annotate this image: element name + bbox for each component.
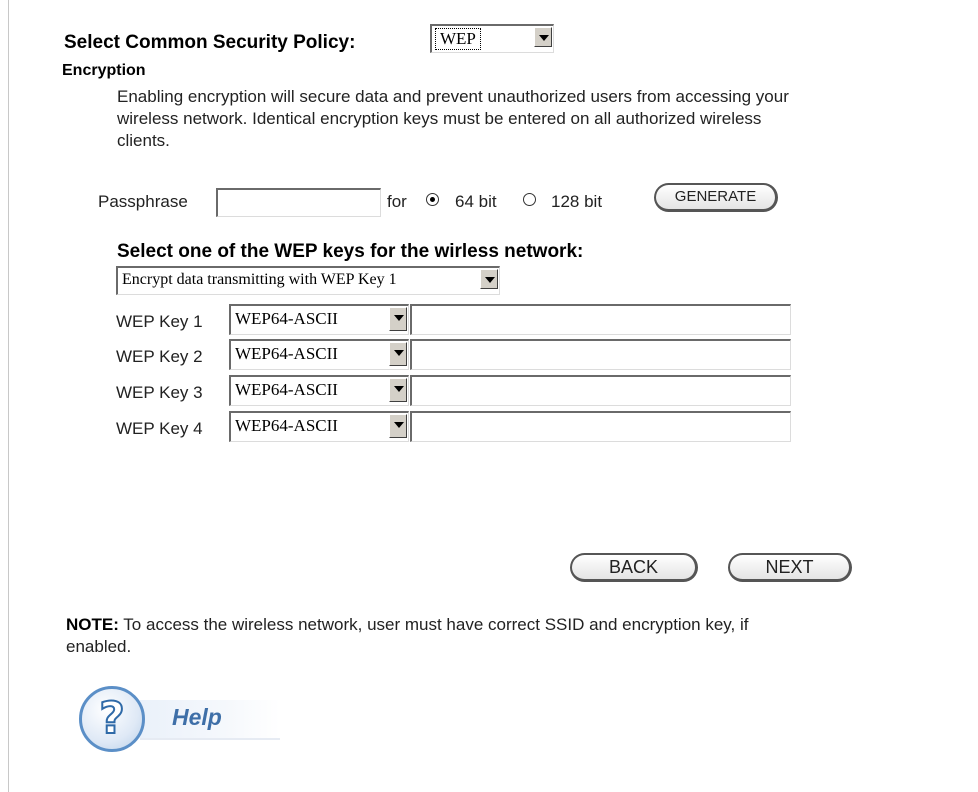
passphrase-input[interactable] (216, 188, 381, 217)
encryption-description: Enabling encryption will secure data and… (117, 87, 789, 150)
next-button[interactable]: NEXT (728, 553, 852, 582)
radio-64-bit[interactable] (426, 193, 439, 206)
wep-key-3-type-value: WEP64-ASCII (235, 380, 338, 399)
radio-128-bit[interactable] (523, 193, 536, 206)
dropdown-arrow-icon[interactable] (389, 378, 407, 402)
wep-key-heading: Select one of the WEP keys for the wirle… (117, 241, 584, 262)
dropdown-arrow-icon[interactable] (480, 269, 498, 289)
wep-key-selector[interactable]: Encrypt data transmitting with WEP Key 1 (116, 266, 500, 295)
wep-key-4-label: WEP Key 4 (116, 419, 203, 438)
wep-key-2-type-select[interactable]: WEP64-ASCII (229, 339, 409, 370)
wep-key-3-type-select[interactable]: WEP64-ASCII (229, 375, 409, 406)
question-mark-icon[interactable]: ? (79, 686, 145, 752)
wep-key-2-type-value: WEP64-ASCII (235, 344, 338, 363)
wep-key-4-type-value: WEP64-ASCII (235, 416, 338, 435)
generate-button[interactable]: GENERATE (654, 183, 778, 212)
dropdown-arrow-icon[interactable] (389, 414, 407, 438)
wep-key-1-type-select[interactable]: WEP64-ASCII (229, 304, 409, 335)
wep-key-1-input[interactable] (410, 304, 791, 335)
wep-key-2-label: WEP Key 2 (116, 347, 203, 366)
security-policy-value: WEP (435, 28, 481, 50)
label-64-bit: 64 bit (455, 192, 497, 211)
wep-key-2-input[interactable] (410, 339, 791, 370)
label-128-bit: 128 bit (551, 192, 603, 211)
note-text: NOTE: To access the wireless network, us… (66, 614, 786, 658)
left-border (8, 0, 9, 792)
encryption-heading: Encryption (62, 62, 146, 79)
help-link[interactable]: Help (172, 704, 222, 731)
back-button[interactable]: BACK (570, 553, 698, 582)
wep-key-1-type-value: WEP64-ASCII (235, 309, 338, 328)
security-policy-select[interactable]: WEP (430, 24, 554, 53)
wep-key-selector-value: Encrypt data transmitting with WEP Key 1 (122, 271, 397, 288)
dropdown-arrow-icon[interactable] (534, 27, 552, 47)
for-label: for (387, 192, 407, 211)
wep-key-4-input[interactable] (410, 411, 791, 442)
wep-key-3-input[interactable] (410, 375, 791, 406)
dropdown-arrow-icon[interactable] (389, 342, 407, 366)
security-policy-label: Select Common Security Policy: (64, 32, 356, 53)
note-body: To access the wireless network, user mus… (66, 615, 749, 656)
wep-key-1-label: WEP Key 1 (116, 312, 203, 331)
wep-key-3-label: WEP Key 3 (116, 383, 203, 402)
note-prefix: NOTE: (66, 615, 119, 634)
dropdown-arrow-icon[interactable] (389, 307, 407, 331)
passphrase-label: Passphrase (98, 192, 188, 211)
wep-key-4-type-select[interactable]: WEP64-ASCII (229, 411, 409, 442)
